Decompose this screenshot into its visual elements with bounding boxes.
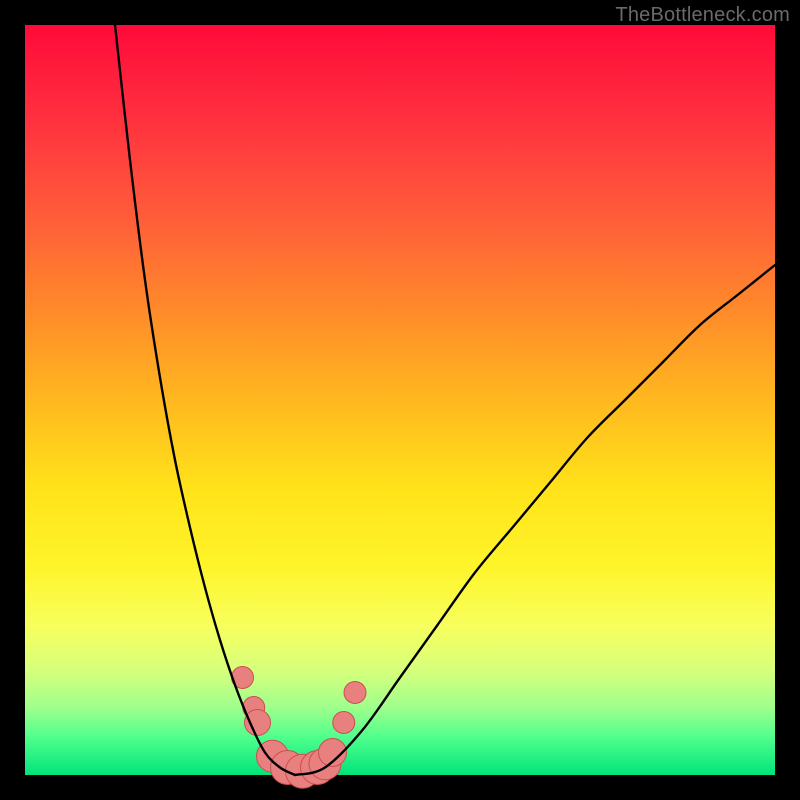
watermark-text: TheBottleneck.com	[615, 4, 790, 27]
chart-frame: TheBottleneck.com	[0, 0, 800, 800]
chart-svg	[25, 25, 775, 775]
highlight-marker	[245, 710, 271, 736]
right-branch-curve	[295, 265, 775, 775]
highlight-marker	[333, 712, 355, 734]
left-branch-curve	[115, 25, 295, 775]
highlight-marker	[344, 682, 366, 704]
